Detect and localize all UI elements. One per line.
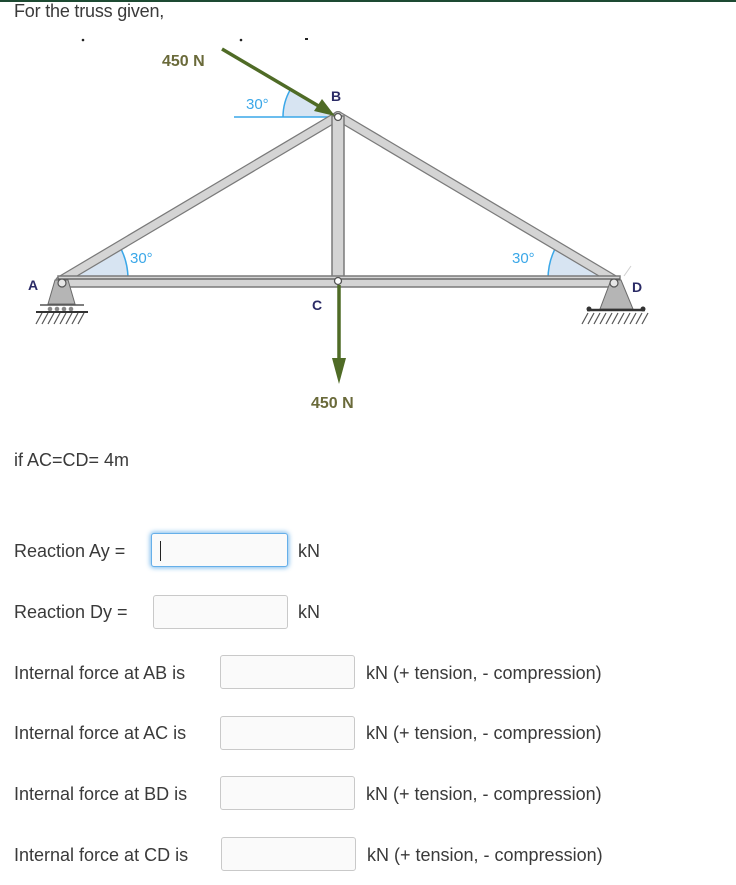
angle-label-d: 30°: [512, 250, 535, 267]
node-label-b: B: [331, 88, 341, 104]
unit-force-ab: kN (+ tension, - compression): [366, 663, 602, 683]
member-bd: [333, 111, 621, 286]
truss-diagram: 450 N 30° B 30° 30° A D C 450 N: [28, 38, 649, 412]
label-force-bd: Internal force at BD is: [14, 784, 188, 804]
given-dimensions: if AC=CD= 4m: [14, 450, 130, 470]
artifact-dot: [81, 38, 85, 42]
member-bc: [331, 115, 345, 282]
force-ab-input[interactable]: [220, 655, 355, 689]
node-label-c: C: [312, 297, 322, 313]
artifact-dot: [239, 38, 243, 42]
label-reaction-dy: Reaction Dy =: [14, 602, 128, 622]
force-label-b: 450 N: [162, 53, 205, 70]
unit-force-cd: kN (+ tension, - compression): [367, 845, 603, 865]
label-force-cd: Internal force at CD is: [14, 845, 189, 865]
force-arrow-b: [221, 47, 335, 116]
force-cd-input[interactable]: [221, 837, 356, 871]
angle-label-a: 30°: [130, 250, 153, 267]
label-force-ac: Internal force at AC is: [14, 723, 187, 743]
force-ac-input[interactable]: [220, 716, 355, 750]
unit-reaction-dy: kN: [298, 602, 320, 622]
member-ab: [55, 111, 343, 286]
question-intro: For the truss given,: [14, 1, 165, 21]
joint-b: [333, 112, 343, 122]
label-reaction-ay: Reaction Ay =: [14, 541, 126, 561]
reaction-dy-input[interactable]: [153, 595, 288, 629]
force-bd-input[interactable]: [220, 776, 355, 810]
force-arrow-c: [332, 285, 346, 384]
node-label-a: A: [28, 277, 38, 293]
artifact-dot: [305, 38, 308, 40]
force-label-c: 450 N: [311, 395, 354, 412]
angle-label-b: 30°: [246, 96, 269, 113]
joint-c: [333, 276, 343, 286]
node-label-d: D: [632, 279, 642, 295]
reaction-ay-input[interactable]: [151, 533, 288, 567]
unit-reaction-ay: kN: [298, 541, 320, 561]
unit-force-ac: kN (+ tension, - compression): [366, 723, 602, 743]
label-force-ab: Internal force at AB is: [14, 663, 186, 683]
unit-force-bd: kN (+ tension, - compression): [366, 784, 602, 804]
text-caret: [160, 541, 161, 561]
